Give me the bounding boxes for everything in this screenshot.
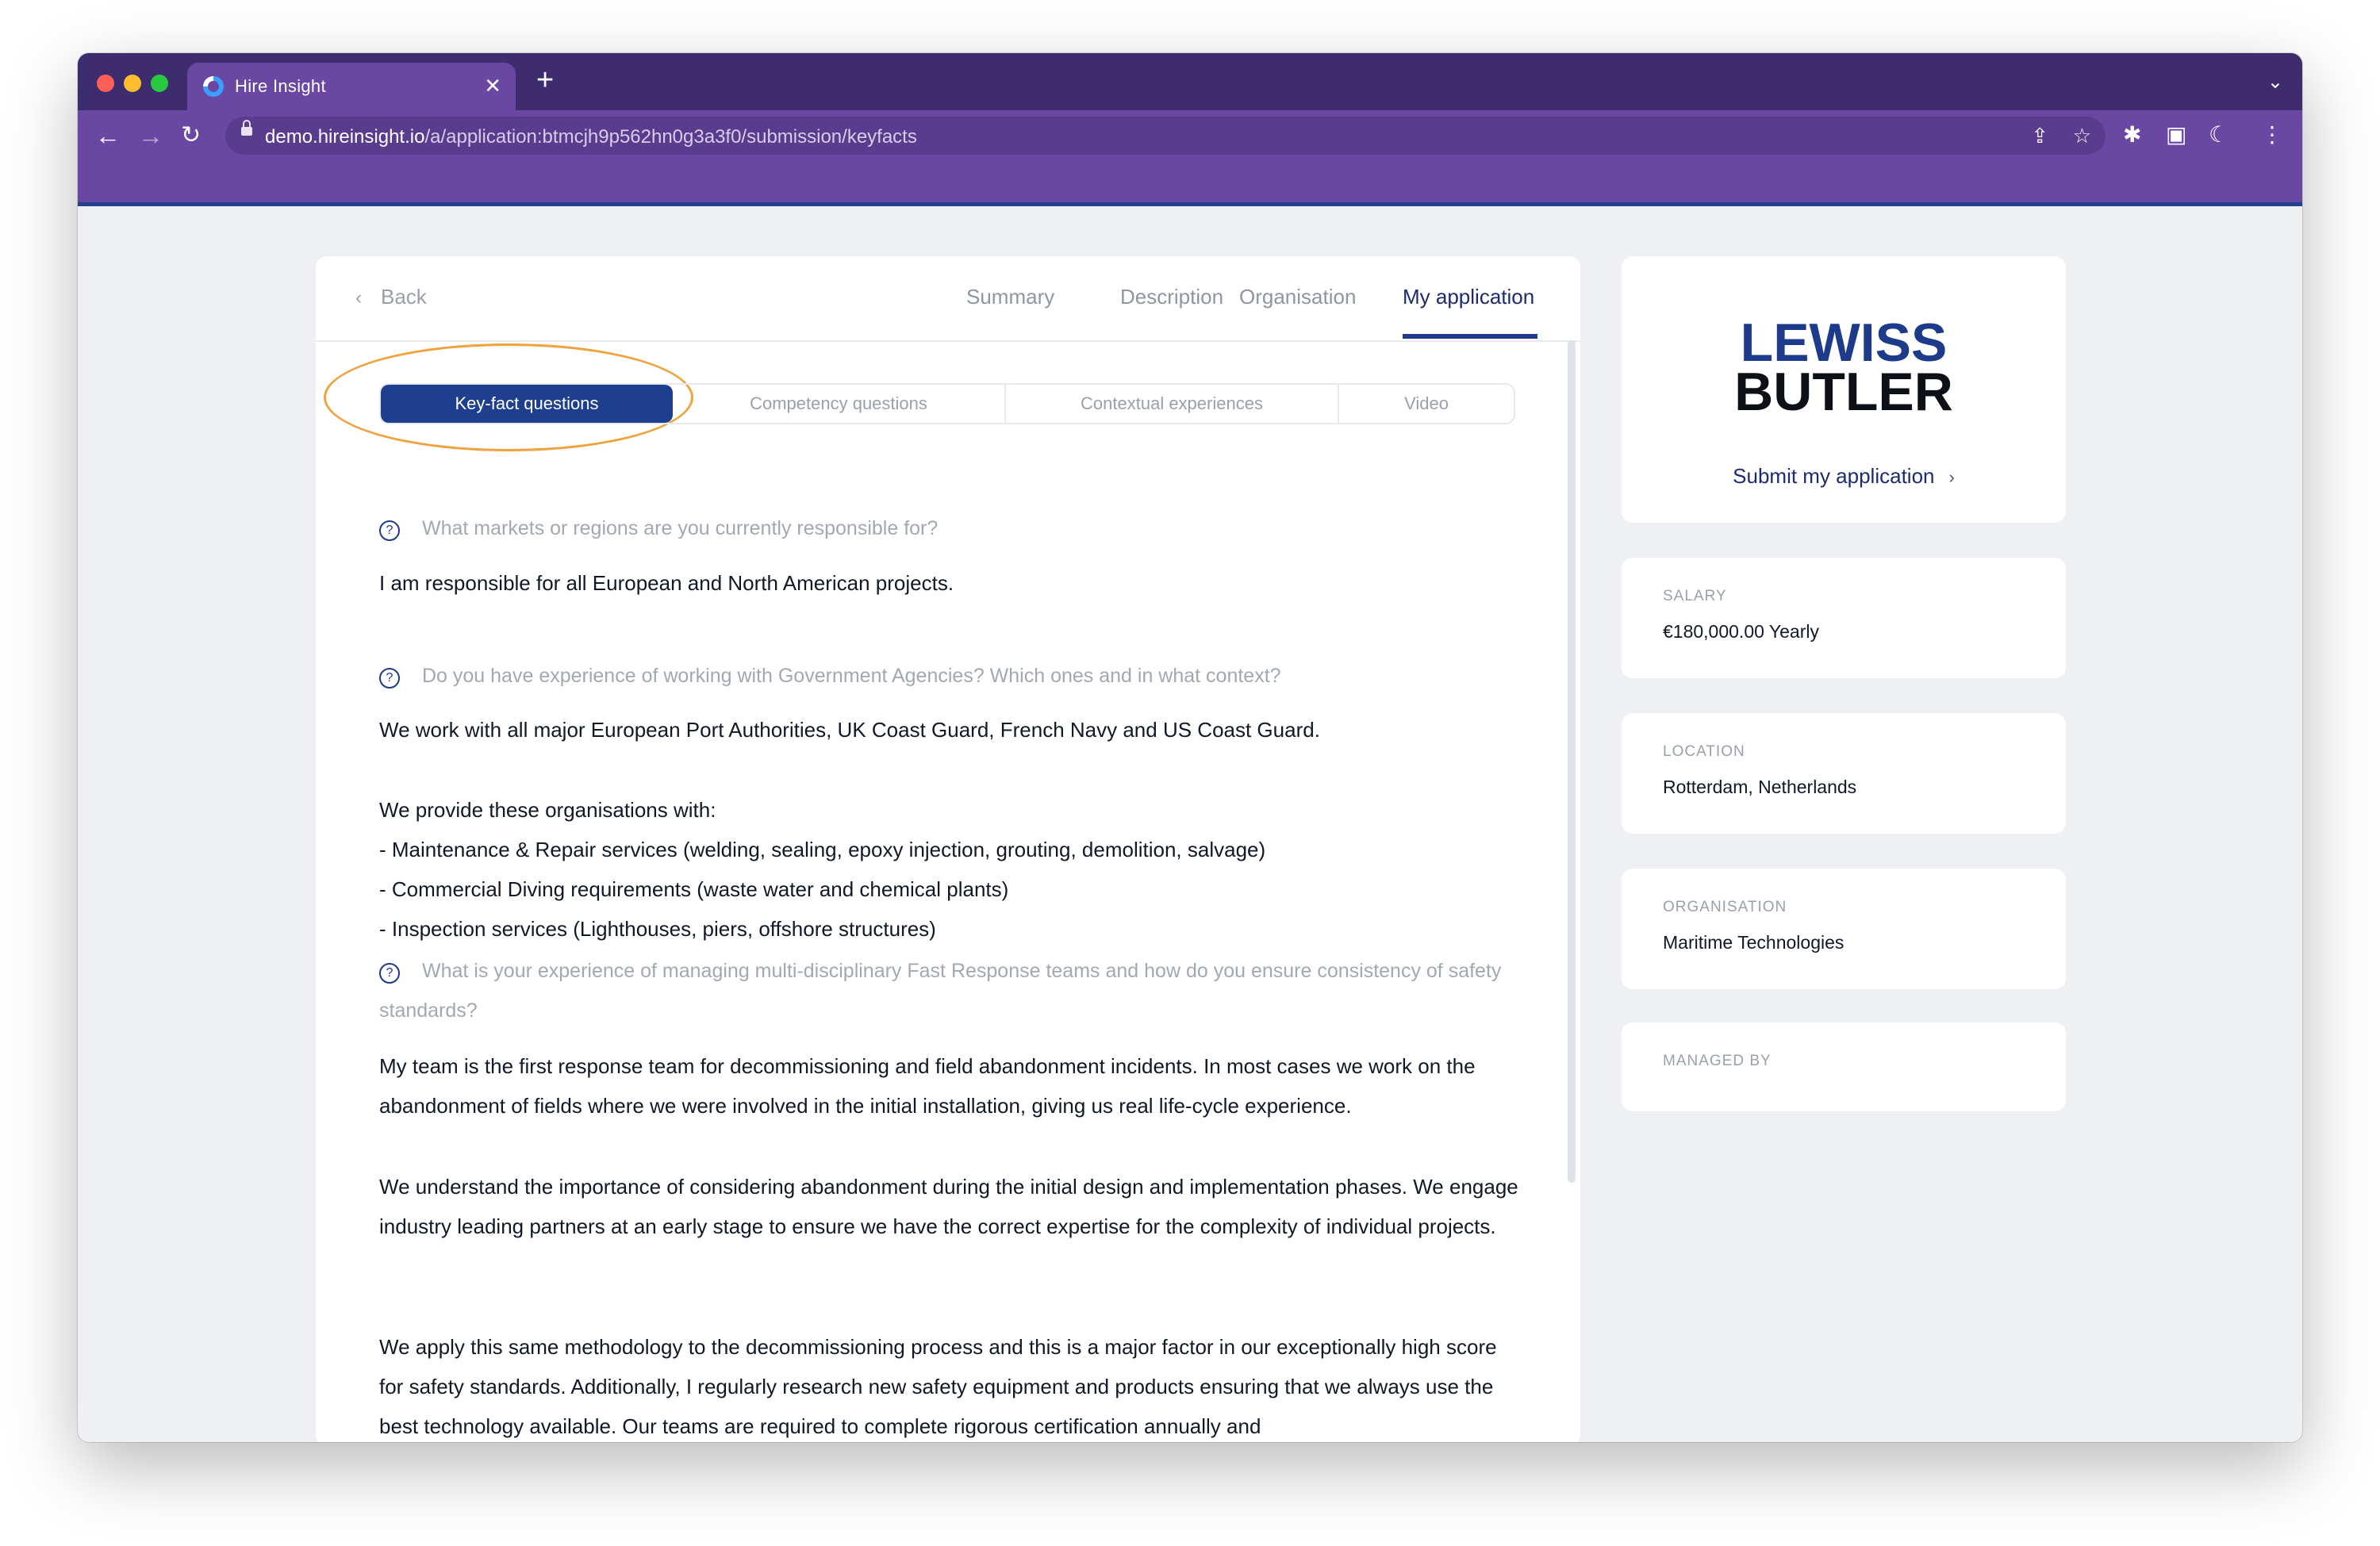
tab-my-application[interactable]: My application: [1403, 285, 1534, 309]
tab-strip: Hire Insight ✕ + ⌄: [78, 53, 2302, 110]
active-tab-indicator: [1403, 334, 1537, 339]
salary-value: €180,000.00 Yearly: [1663, 621, 1819, 642]
chevron-left-icon: ‹: [355, 287, 362, 309]
chevron-down-icon[interactable]: ⌄: [2267, 71, 2283, 94]
organisation-value: Maritime Technologies: [1663, 932, 1844, 953]
url-text: demo.hireinsight.io/a/application:btmcjh…: [265, 126, 917, 148]
lock-icon: [241, 120, 252, 136]
subtab-competency-questions[interactable]: Competency questions: [673, 385, 1004, 423]
answer: My team is the first response team for d…: [379, 1054, 1476, 1118]
question-icon: ?: [379, 520, 400, 541]
subtab-key-fact-questions[interactable]: Key-fact questions: [381, 385, 673, 423]
location-value: Rotterdam, Netherlands: [1663, 777, 1857, 797]
answer: We apply this same methodology to the de…: [379, 1335, 1497, 1438]
location-card: LOCATION Rotterdam, Netherlands: [1622, 713, 2066, 834]
organisation-label: ORGANISATION: [1663, 899, 1787, 915]
hire-insight-favicon-icon: [203, 76, 224, 97]
salary-card: SALARY €180,000.00 Yearly: [1622, 558, 2066, 678]
browser-toolbar: ← → ↻ demo.hireinsight.io/a/application:…: [78, 110, 2302, 161]
salary-label: SALARY: [1663, 588, 1727, 604]
tab-title: Hire Insight: [235, 76, 326, 96]
subtab-contextual-experiences[interactable]: Contextual experiences: [1006, 385, 1338, 423]
profile-icon[interactable]: ☾: [2209, 121, 2228, 148]
back-button[interactable]: ‹ Back: [355, 285, 427, 309]
question: ? What is your experience of managing mul…: [379, 960, 1502, 1022]
forward-arrow-icon[interactable]: →: [138, 120, 163, 152]
share-icon[interactable]: ⇪: [2031, 123, 2048, 148]
reload-icon[interactable]: ↻: [181, 120, 201, 152]
list-item: Maintenance & Repair services (welding, …: [379, 830, 1522, 869]
subtab-video[interactable]: Video: [1339, 385, 1514, 423]
question: ? What markets or regions are you current…: [379, 508, 1522, 548]
chevron-right-icon: ›: [1948, 467, 1955, 487]
application-card: ‹ Back Summary Description Organisation M…: [316, 256, 1580, 1442]
tab-summary[interactable]: Summary: [966, 285, 1054, 309]
minimize-window-button[interactable]: [124, 75, 141, 92]
app-header-band: [78, 161, 2302, 206]
back-arrow-icon[interactable]: ←: [95, 120, 121, 152]
answer: We provide these organisations with: Mai…: [379, 790, 1522, 949]
submit-application-button[interactable]: Submit my application ›: [1622, 464, 2066, 489]
svg-text:BUTLER: BUTLER: [1734, 362, 1953, 415]
managed-by-card: MANAGED BY: [1622, 1022, 2066, 1111]
managed-by-label: MANAGED BY: [1663, 1053, 1772, 1069]
browser-window: Hire Insight ✕ + ⌄ ← → ↻ demo.hireinsigh…: [78, 53, 2302, 1442]
answer: We understand the importance of consider…: [379, 1175, 1518, 1238]
answer-bullet-list: Maintenance & Repair services (welding, …: [379, 830, 1522, 949]
question-type-tabs: Key-fact questions Competency questions …: [379, 383, 1515, 424]
scrollbar[interactable]: [1568, 340, 1576, 1183]
answer: We work with all major European Port Aut…: [379, 718, 1320, 742]
answer: I am responsible for all European and No…: [379, 571, 954, 595]
question-icon: ?: [379, 963, 400, 984]
close-window-button[interactable]: [97, 75, 114, 92]
tab-description[interactable]: Description: [1120, 285, 1223, 309]
list-item: Commercial Diving requirements (waste wa…: [379, 869, 1522, 909]
company-logo-image: LEWISS BUTLER: [1734, 315, 1953, 415]
company-logo: LEWISS BUTLER: [1622, 315, 2066, 415]
maximize-window-button[interactable]: [151, 75, 168, 92]
question-icon: ?: [379, 668, 400, 689]
organisation-card: ORGANISATION Maritime Technologies: [1622, 869, 2066, 989]
card-navigation: ‹ Back Summary Description Organisation M…: [316, 256, 1580, 342]
address-bar[interactable]: demo.hireinsight.io/a/application:btmcjh…: [225, 117, 2106, 155]
side-panel-icon[interactable]: ▣: [2166, 121, 2186, 148]
plus-icon[interactable]: +: [536, 64, 554, 96]
company-card: LEWISS BUTLER Submit my application ›: [1622, 256, 2066, 523]
close-icon[interactable]: ✕: [484, 74, 501, 98]
tab-organisation[interactable]: Organisation: [1239, 285, 1356, 309]
browser-tab[interactable]: Hire Insight ✕: [187, 63, 516, 110]
location-label: LOCATION: [1663, 743, 1745, 760]
question: ? Do you have experience of working with …: [379, 656, 1522, 696]
more-icon[interactable]: ⋮: [2261, 121, 2283, 148]
star-icon[interactable]: ☆: [2073, 123, 2091, 148]
puzzle-icon[interactable]: ✱: [2123, 121, 2141, 148]
list-item: Inspection services (Lighthouses, piers,…: [379, 909, 1522, 949]
